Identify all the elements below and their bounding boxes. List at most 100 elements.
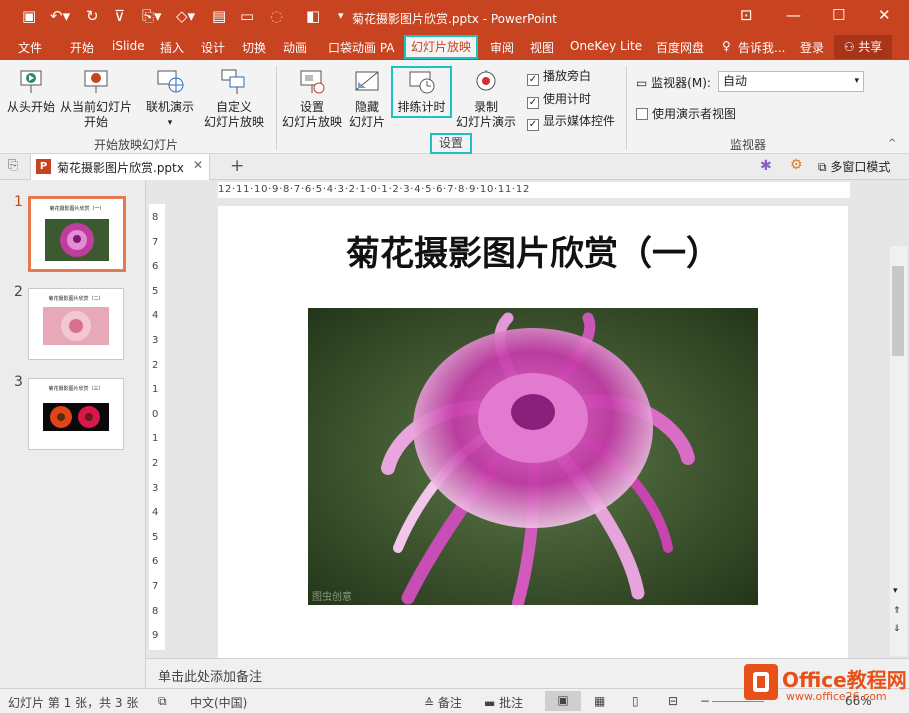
slide-number: 2 [14,284,23,300]
tab-animations[interactable]: 动画 [283,39,307,56]
presenter-view-checkbox[interactable]: 使用演示者视图 [636,105,736,122]
tab-insert[interactable]: 插入 [160,39,184,56]
online-present-button[interactable]: 联机演示 ▾ [140,66,200,128]
ruler-tick-label: 2 [152,458,159,469]
custom-show-button[interactable]: 自定义 幻灯片放映 [198,66,270,129]
thumb-title: 菊花摄影图片欣赏（二） [48,296,104,302]
login-button[interactable]: 登录 [800,39,824,56]
document-tab[interactable]: P 菊花摄影图片欣赏.pptx ✕ [30,154,210,180]
tab-transitions[interactable]: 切换 [242,39,266,56]
share-button[interactable]: ⚇ 共享 [834,35,892,59]
settings-gear-icon[interactable]: ⚙ [790,157,803,173]
setup-show-button[interactable]: 设置 幻灯片放映 [280,66,344,129]
slide-title[interactable]: 菊花摄影图片欣赏（一） [218,226,848,275]
use-timings-checkbox[interactable]: ✓ 使用计时 [527,90,591,109]
tab-onekey[interactable]: OneKey Lite [570,39,642,53]
close-button[interactable]: ✕ [878,6,891,24]
ruler-tick-label: 1 [152,384,159,396]
language-indicator[interactable]: 中文(中国) [190,694,247,711]
reading-view-icon[interactable]: ▯ [632,694,639,708]
close-tab-icon[interactable]: ✕ [193,158,203,172]
custom-show-icon [221,69,245,94]
user-icon: ⚇ [843,40,859,54]
ruler-tick-label: 7 [152,236,159,248]
record-icon [476,70,496,91]
play-narrations-checkbox[interactable]: ✓ 播放旁白 [527,67,591,86]
monitor-select[interactable]: 自动 ▾ [718,71,864,92]
tab-baidu[interactable]: 百度网盘 [656,39,704,56]
tab-view[interactable]: 视图 [530,39,554,56]
ribbon-tabs: 文件 开始 iSlide 插入 设计 切换 动画 口袋动画 PA 幻灯片放映 审… [0,34,909,60]
scroll-down-icon[interactable]: ▾ [893,586,898,596]
ruler-tick-label: 7 [152,581,159,592]
collapse-ribbon-icon[interactable]: ^ [888,138,896,149]
media-controls-checkbox[interactable]: ✓ 显示媒体控件 [527,112,615,131]
check-icon: ✓ [527,74,539,86]
comments-toggle[interactable]: ▬ 批注 [484,694,523,711]
chrysanthemum-photo[interactable]: 图虫创意 [308,308,758,605]
slide-thumbnail[interactable]: 菊花摄影图片欣赏（三） [28,378,124,450]
vertical-ruler: 8 7 6 5 4 3 2 1 0 1 2 3 4 5 6 7 8 9 [149,204,165,650]
photo-watermark: 图虫创意 [312,590,352,603]
share-label: 共享 [858,40,883,54]
ruler-tick-label: 8 [152,605,159,617]
slideshow-view-icon[interactable]: ⊟ [668,694,678,708]
tab-home[interactable]: 开始 [70,39,94,56]
tell-me-box[interactable]: 告诉我... [738,39,785,56]
from-beginning-button[interactable]: 从头开始 [4,66,58,124]
document-tab-bar: ⎘ P 菊花摄影图片欣赏.pptx ✕ + ✱ ⚙ ⧉ 多窗口模式 [0,154,909,180]
hide-slide-label-1: 隐藏 [354,100,379,114]
from-current-label-1: 从当前幻灯片 [59,100,132,114]
slide-thumbnail[interactable]: 菊花摄影图片欣赏（一） [28,196,126,272]
multi-window-button[interactable]: ⧉ 多窗口模式 [818,158,890,175]
ribbon: 从头开始 从当前幻灯片 开始 联机演示 ▾ 自定义 幻灯片放映 开始放映幻灯片 … [0,60,909,154]
tab-slideshow[interactable]: 幻灯片放映 [404,35,478,59]
group-separator [276,66,277,150]
scrollbar-thumb[interactable] [892,266,904,356]
slide-sorter-icon[interactable]: ▦ [594,694,605,708]
ruler-tick-label: 0 [152,408,159,420]
play-narrations-label: 播放旁白 [543,69,592,83]
office26-logo: Office教程网 www.office26.com [740,662,909,710]
tab-list-icon[interactable]: ⎘ [8,158,18,173]
play-from-current-icon [84,70,108,93]
ruler-tick-label: 3 [152,482,159,494]
maximize-button[interactable]: ☐ [832,6,845,24]
zoom-out-icon[interactable]: − [700,694,710,708]
slide-number: 1 [14,194,23,210]
minimize-button[interactable]: — [786,6,801,24]
play-from-start-icon [20,70,42,93]
spellcheck-icon[interactable]: ⧉ [158,694,167,709]
next-slide-icon[interactable]: ⇓ [893,624,901,634]
record-show-button[interactable]: 录制 幻灯片演示 [448,66,524,129]
slide-canvas[interactable]: 菊花摄影图片欣赏（一） 图虫创意 [218,206,848,658]
check-icon: ✓ [527,119,539,131]
prev-slide-icon[interactable]: ⇑ [893,606,901,616]
from-current-label-2: 开始 [83,115,108,129]
rehearse-timings-button[interactable]: 排练计时 [391,66,452,118]
document-tab-label: 菊花摄影图片欣赏.pptx [57,161,184,175]
sparkle-icon[interactable]: ✱ [760,158,772,174]
hide-slide-button[interactable]: 隐藏 幻灯片 [344,66,390,129]
tab-pocket-animation[interactable]: 口袋动画 PA [328,39,395,56]
logo-text: Office教程网 [782,668,907,692]
vertical-scrollbar[interactable]: ▾ ⇑ ⇓ [890,246,907,656]
tab-file[interactable]: 文件 [18,39,42,56]
title-bar: ▣ ↶▾ ↻ ⊽ ⎘▾ ◇▾ ▤ ▭ ◌ ◧ ▾ 菊花摄影图片欣赏.pptx -… [0,0,909,34]
slide-thumbnail[interactable]: 菊花摄影图片欣赏（二） [28,288,124,360]
monitor-label-text: 监视器(M): [651,76,711,90]
tab-islide[interactable]: iSlide [112,39,145,53]
ruler-tick-label: 2 [152,359,159,371]
from-current-button[interactable]: 从当前幻灯片 开始 [58,66,134,129]
ribbon-display-icon[interactable]: ⊡ [740,6,753,24]
online-dropdown-icon: ▾ [167,118,173,128]
ruler-tick-label: 4 [152,310,159,322]
normal-view-icon[interactable]: ▣ [545,691,581,711]
check-icon: ✓ [527,97,539,109]
tab-review[interactable]: 审阅 [490,39,514,56]
tab-design[interactable]: 设计 [201,39,225,56]
new-tab-icon[interactable]: + [230,156,244,176]
lightbulb-icon: ♀ [722,39,731,53]
chevron-down-icon: ▾ [854,76,859,86]
notes-toggle[interactable]: ≙ 备注 [424,694,462,711]
